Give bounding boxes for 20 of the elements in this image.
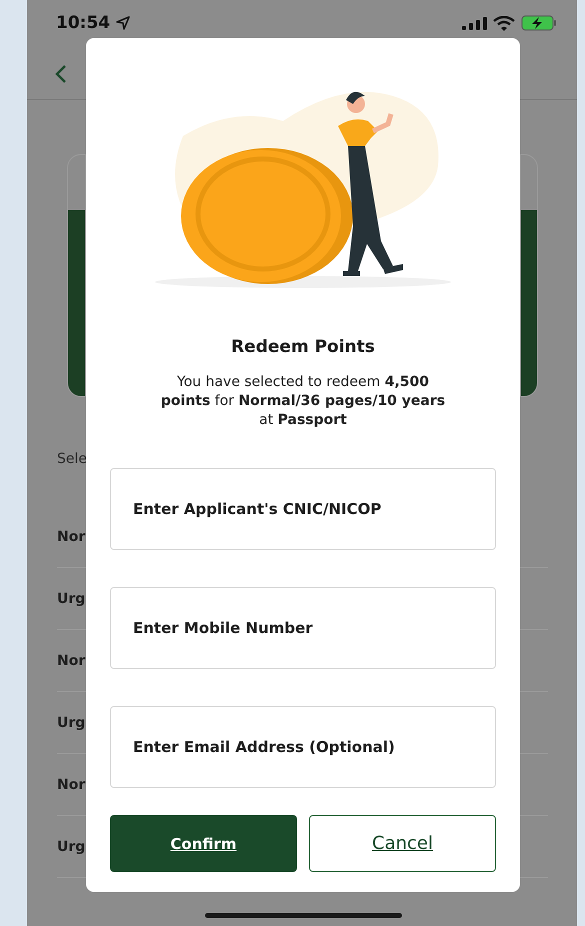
- dialog-title: Redeem Points: [231, 337, 375, 357]
- confirm-button[interactable]: Confirm: [110, 815, 297, 872]
- option-row-label: Urg: [57, 714, 86, 730]
- option-row-label: Nor: [57, 652, 86, 668]
- input-field[interactable]: Enter Mobile Number: [110, 587, 496, 669]
- input-field[interactable]: Enter Applicant's CNIC/NICOP: [110, 468, 496, 550]
- option-row-label: Nor: [57, 776, 86, 792]
- signal-icon: [462, 16, 487, 30]
- input-field[interactable]: Enter Email Address (Optional): [110, 706, 496, 788]
- location-arrow-icon: [116, 16, 130, 30]
- option-row-label: Nor: [57, 528, 86, 544]
- section-label: Sele: [57, 450, 85, 469]
- option-row-label: Urg: [57, 838, 86, 854]
- battery-charging-icon: [521, 15, 557, 31]
- back-chevron-icon[interactable]: [55, 64, 67, 84]
- wifi-icon: [493, 16, 515, 30]
- cancel-button[interactable]: Cancel: [309, 815, 496, 872]
- status-time: 10:54: [56, 13, 110, 33]
- dialog-message: You have selected to redeem 4,500 points for Normal/36 pages/10 years at Passport: [160, 373, 446, 430]
- option-row-label: Urg: [57, 590, 86, 606]
